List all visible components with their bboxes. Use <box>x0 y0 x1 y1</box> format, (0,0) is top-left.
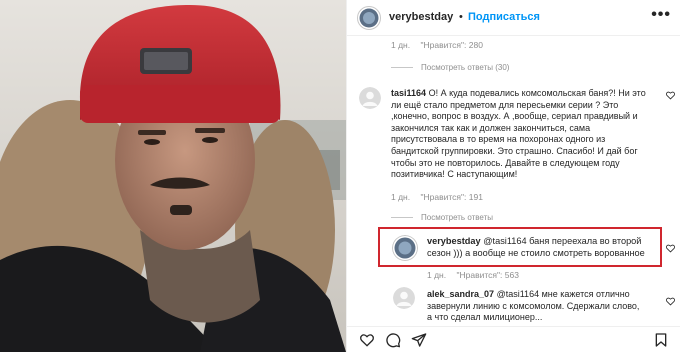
comment-likes[interactable]: "Нравится": 280 <box>420 40 482 50</box>
comment-line: О! А куда подевались комсомольская баня?… <box>428 88 646 98</box>
comment-line: присутствовала в то время на похоронах о… <box>391 134 606 145</box>
post-photo <box>0 0 346 352</box>
reply-alek: alek_sandra_07 @tasi1164 мне кажется отл… <box>427 289 667 323</box>
like-heart-icon[interactable] <box>666 297 675 306</box>
comment-line: бандитской группировки. Это страшно. Спа… <box>391 145 638 156</box>
reply-line: @tasi1164 мне кажется отлично <box>496 289 630 299</box>
reply-age: 1 дн. <box>427 270 447 280</box>
like-heart-icon[interactable] <box>666 91 675 100</box>
comments-panel: verybestday • Подписаться ••• 1 дн. "Нра… <box>346 0 680 352</box>
replies-line <box>391 67 413 68</box>
comment-line: ,конечно, вопрос в воздух. А ,вообще, се… <box>391 111 638 122</box>
view-replies-link[interactable]: Посмотреть ответы <box>421 213 493 222</box>
view-replies-row[interactable]: Посмотреть ответы <box>391 213 493 222</box>
view-replies-row[interactable]: Посмотреть ответы (30) <box>391 63 509 72</box>
selfie-image <box>0 0 346 352</box>
like-icon[interactable] <box>359 332 375 348</box>
save-bookmark-icon[interactable] <box>653 332 669 348</box>
comment-line: позитивчика! С наступающим! <box>391 169 518 180</box>
comment-tasi: tasi1164 О! А куда подевались комсомольс… <box>391 88 659 181</box>
prev-comment-meta: 1 дн. "Нравится": 280 <box>391 40 483 50</box>
profile-avatar[interactable] <box>357 6 381 30</box>
reply-avatar[interactable] <box>393 287 415 309</box>
reply-meta: 1 дн. "Нравится": 563 <box>427 270 519 280</box>
comment-line: закончился так как и должен закончиться,… <box>391 122 591 133</box>
highlight-box <box>378 227 662 267</box>
comment-age: 1 дн. <box>391 192 411 202</box>
commenter-avatar[interactable] <box>359 87 381 109</box>
comment-age: 1 дн. <box>391 40 411 50</box>
view-replies-link[interactable]: Посмотреть ответы (30) <box>421 63 509 72</box>
comment-meta: 1 дн. "Нравится": 191 <box>391 192 483 202</box>
separator-dot: • <box>459 11 463 23</box>
like-heart-icon[interactable] <box>666 244 675 253</box>
replies-line <box>391 217 413 218</box>
reply-username[interactable]: alek_sandra_07 <box>427 289 494 299</box>
reply-line: а что сделал милиционер... <box>427 312 543 323</box>
reply-likes[interactable]: "Нравится": 563 <box>456 270 518 280</box>
header-username[interactable]: verybestday <box>389 11 453 23</box>
action-bar <box>347 326 680 352</box>
comment-line: ли ещё стало предметом для пересьемки се… <box>391 99 619 110</box>
comment-line: чтобы это не повторилось. Давайте в след… <box>391 157 620 168</box>
follow-button[interactable]: Подписаться <box>468 11 540 23</box>
comment-likes[interactable]: "Нравится": 191 <box>420 192 482 202</box>
comment-icon[interactable] <box>385 332 401 348</box>
reply-line: завернули линию с комсомолом. Сдержали с… <box>427 300 640 311</box>
more-options-icon[interactable]: ••• <box>651 6 671 24</box>
share-icon[interactable] <box>411 332 427 348</box>
comment-username[interactable]: tasi1164 <box>391 88 426 98</box>
post-header: verybestday • Подписаться ••• <box>347 0 680 36</box>
